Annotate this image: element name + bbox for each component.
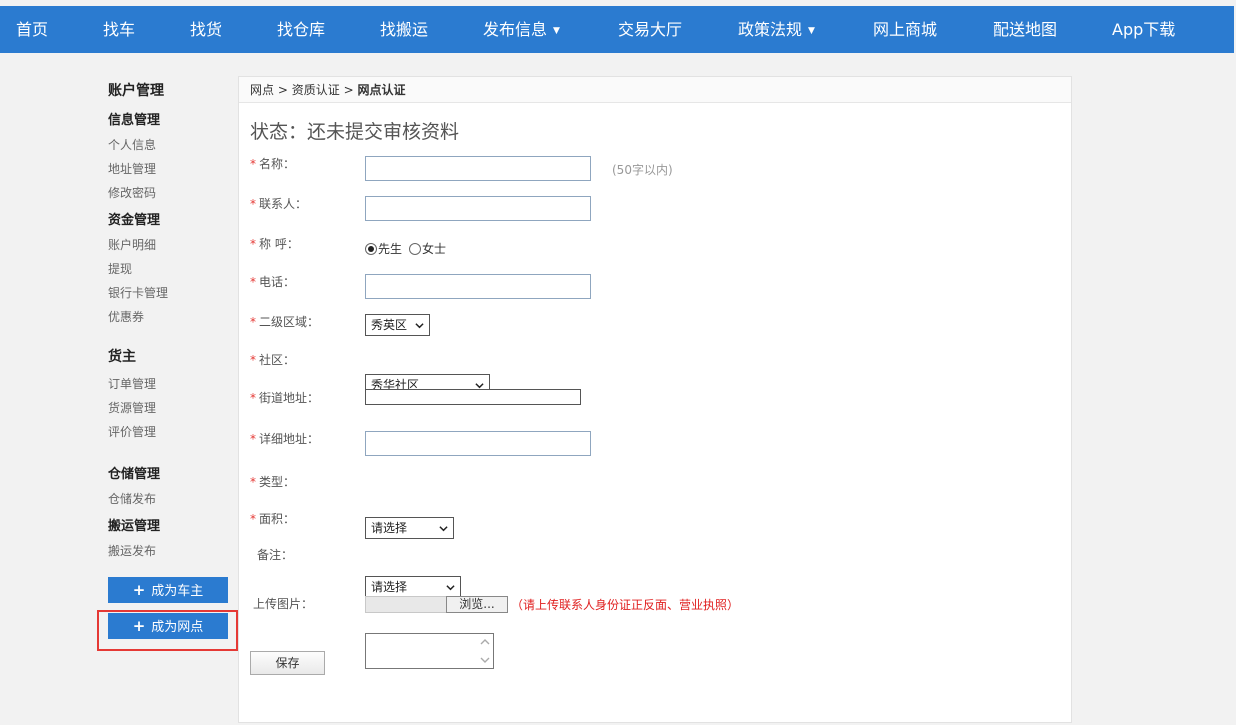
remark-label: 备注： bbox=[257, 548, 294, 562]
breadcrumb-qualification[interactable]: 资质认证 bbox=[292, 83, 340, 97]
breadcrumb-current: 网点认证 bbox=[357, 83, 406, 97]
file-path-box[interactable] bbox=[365, 596, 447, 613]
nav-find-goods[interactable]: 找货 bbox=[190, 6, 222, 53]
nav-policy-label: 政策法规 bbox=[738, 20, 803, 39]
required-mark: * bbox=[250, 197, 256, 211]
upload-label: 上传图片： bbox=[253, 597, 314, 611]
name-hint: (50字以内) bbox=[612, 163, 673, 177]
sidebar-item-coupons[interactable]: 优惠券 bbox=[108, 308, 144, 325]
required-mark: * bbox=[250, 475, 256, 489]
name-label: * 名称： bbox=[250, 157, 296, 171]
street-input[interactable] bbox=[365, 389, 581, 405]
type-select[interactable]: 请选择 bbox=[365, 517, 454, 539]
nav-find-car[interactable]: 找车 bbox=[103, 6, 135, 53]
nav-delivery-map[interactable]: 配送地图 bbox=[993, 6, 1057, 53]
save-button[interactable]: 保存 bbox=[250, 651, 325, 675]
street-label: * 街道地址： bbox=[250, 391, 320, 405]
required-mark: * bbox=[250, 353, 256, 367]
required-mark: * bbox=[250, 237, 256, 251]
contact-label: * 联系人： bbox=[250, 197, 308, 211]
nav-find-warehouse[interactable]: 找仓库 bbox=[277, 6, 325, 53]
name-input[interactable] bbox=[365, 156, 591, 181]
nav-publish-info[interactable]: 发布信息 ▼ bbox=[483, 6, 560, 53]
required-mark: * bbox=[250, 391, 256, 405]
sidebar-item-address[interactable]: 地址管理 bbox=[108, 160, 156, 177]
nav-find-moving[interactable]: 找搬运 bbox=[380, 6, 428, 53]
radio-mr-label: 先生 bbox=[378, 242, 403, 256]
breadcrumb-outlet[interactable]: 网点 bbox=[250, 83, 274, 97]
breadcrumb-separator: > bbox=[277, 83, 288, 97]
phone-label: * 电话： bbox=[250, 275, 296, 289]
sidebar-item-personal-info[interactable]: 个人信息 bbox=[108, 136, 156, 153]
region-select[interactable]: 秀英区 bbox=[365, 314, 430, 336]
upload-note: （请上传联系人身份证正反面、营业执照） bbox=[511, 598, 740, 612]
radio-ms-label: 女士 bbox=[422, 242, 447, 256]
title-label: * 称 呼： bbox=[250, 237, 299, 251]
sidebar-moving-title: 搬运管理 bbox=[108, 519, 161, 534]
nav-online-mall[interactable]: 网上商城 bbox=[873, 6, 937, 53]
radio-mr[interactable] bbox=[365, 242, 377, 255]
community-label: * 社区： bbox=[250, 353, 296, 367]
sidebar-shipper-title: 货主 bbox=[108, 349, 136, 365]
nav-policy[interactable]: 政策法规 ▼ bbox=[738, 6, 815, 53]
scroll-down-icon[interactable] bbox=[479, 654, 491, 666]
sidebar-fund-title: 资金管理 bbox=[108, 213, 161, 228]
sidebar-item-account-detail[interactable]: 账户明细 bbox=[108, 236, 156, 253]
become-car-owner-button[interactable]: + 成为车主 bbox=[108, 577, 228, 603]
sidebar-item-reviews[interactable]: 评价管理 bbox=[108, 423, 156, 440]
required-mark: * bbox=[250, 157, 256, 171]
sidebar-storage-title: 仓储管理 bbox=[108, 467, 161, 482]
contact-input[interactable] bbox=[365, 196, 591, 221]
chevron-down-icon bbox=[439, 526, 448, 532]
sidebar-item-supply[interactable]: 货源管理 bbox=[108, 399, 156, 416]
area-select-value: 请选择 bbox=[371, 580, 408, 594]
required-mark: * bbox=[250, 512, 256, 526]
caret-down-icon: ▼ bbox=[553, 26, 560, 36]
phone-input[interactable] bbox=[365, 274, 591, 299]
page-title: 状态：还未提交审核资料 bbox=[250, 121, 460, 143]
top-nav: 首页 找车 找货 找仓库 找搬运 发布信息 ▼ 交易大厅 政策法规 ▼ 网上商城 配… bbox=[0, 6, 1234, 53]
sidebar-account-title: 账户管理 bbox=[108, 83, 164, 99]
type-select-value: 请选择 bbox=[371, 521, 408, 535]
caret-down-icon: ▼ bbox=[808, 26, 815, 36]
upload-row: 浏览... （请上传联系人身份证正反面、营业执照） bbox=[365, 596, 739, 613]
required-mark: * bbox=[250, 315, 256, 329]
sidebar-item-storage-publish[interactable]: 仓储发布 bbox=[108, 490, 156, 507]
remark-textarea[interactable] bbox=[365, 633, 494, 669]
required-mark: * bbox=[250, 275, 256, 289]
chevron-down-icon bbox=[446, 585, 455, 591]
plus-icon: + bbox=[132, 581, 146, 599]
scroll-up-icon[interactable] bbox=[479, 636, 491, 648]
sidebar-item-orders[interactable]: 订单管理 bbox=[108, 375, 156, 392]
nav-publish-info-label: 发布信息 bbox=[483, 20, 548, 39]
area-label: * 面积： bbox=[250, 512, 296, 526]
nav-trading-hall[interactable]: 交易大厅 bbox=[618, 6, 682, 53]
detail-address-label: * 详细地址： bbox=[250, 432, 320, 446]
area-select[interactable]: 请选择 bbox=[365, 576, 461, 598]
nav-home[interactable]: 首页 bbox=[16, 6, 48, 53]
breadcrumb: 网点 > 资质认证 > 网点认证 bbox=[239, 77, 1071, 103]
sidebar-item-password[interactable]: 修改密码 bbox=[108, 184, 156, 201]
required-mark: * bbox=[250, 432, 256, 446]
nav-app-download[interactable]: App下载 bbox=[1112, 6, 1175, 53]
main-panel: 网点 > 资质认证 > 网点认证 状态：还未提交审核资料 * 名称： (50字以内… bbox=[238, 76, 1072, 723]
browse-button[interactable]: 浏览... bbox=[446, 596, 508, 613]
radio-ms[interactable] bbox=[409, 242, 422, 255]
region-select-value: 秀英区 bbox=[371, 318, 408, 332]
sidebar-item-bank-card[interactable]: 银行卡管理 bbox=[108, 284, 168, 301]
detail-address-input[interactable] bbox=[365, 431, 591, 456]
breadcrumb-separator: > bbox=[343, 83, 354, 97]
sidebar-item-withdraw[interactable]: 提现 bbox=[108, 260, 132, 277]
become-car-owner-label: 成为车主 bbox=[151, 584, 204, 599]
sidebar-info-title: 信息管理 bbox=[108, 113, 161, 128]
region-label: * 二级区域： bbox=[250, 315, 320, 329]
chevron-down-icon bbox=[415, 323, 424, 329]
sidebar-item-moving-publish[interactable]: 搬运发布 bbox=[108, 542, 156, 559]
type-label: * 类型： bbox=[250, 475, 296, 489]
title-radio-group: 先生 女士 bbox=[365, 240, 446, 257]
highlight-box bbox=[97, 610, 238, 651]
